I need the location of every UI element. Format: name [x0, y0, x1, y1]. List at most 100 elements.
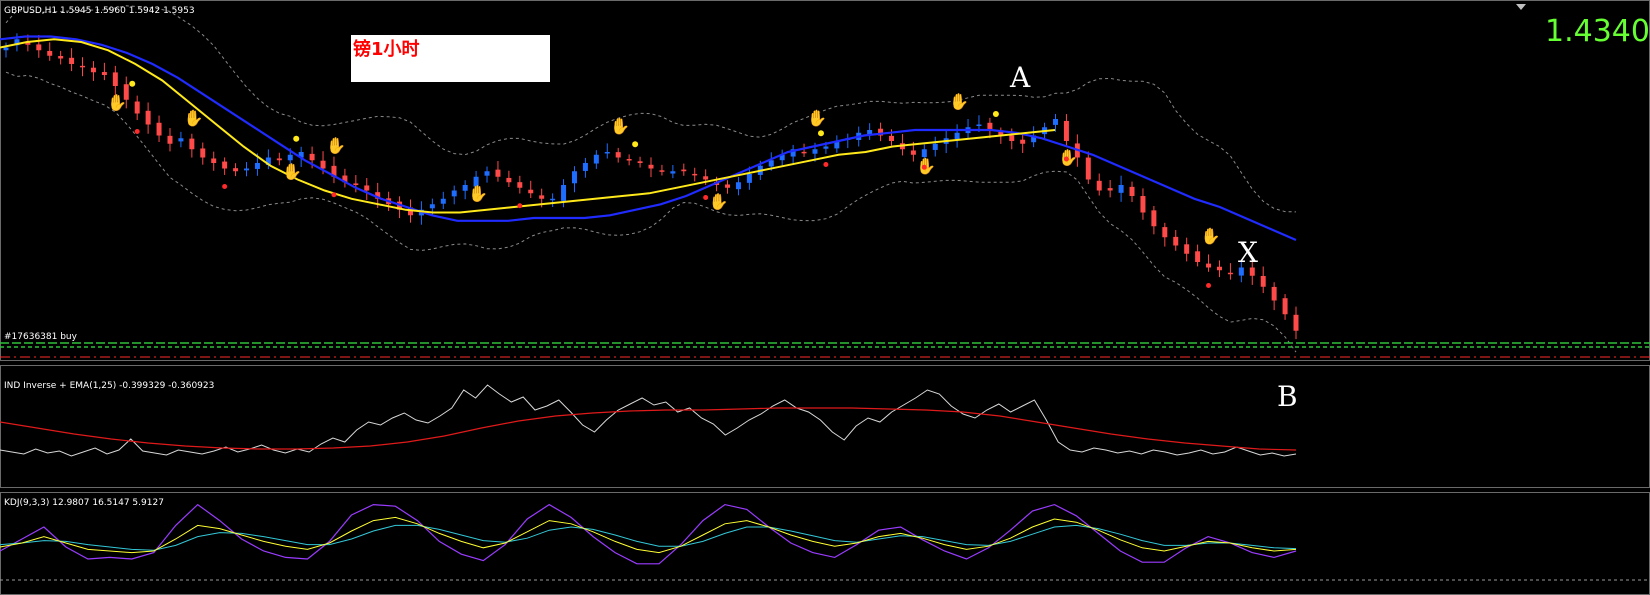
candle-body — [593, 154, 599, 164]
candle-body — [254, 163, 260, 169]
hand-signal-icon: ✋ — [468, 184, 488, 203]
candle-body — [604, 152, 610, 154]
candle-body — [156, 122, 162, 136]
candle-body — [462, 185, 468, 191]
ind-panel-frame — [0, 365, 1650, 488]
candle-body — [320, 160, 326, 169]
candle-body — [3, 47, 9, 51]
candle-body — [1260, 275, 1266, 287]
candle-body — [1206, 263, 1212, 268]
hand-signal-icon: ✋ — [807, 108, 827, 127]
signal-dot — [1063, 156, 1069, 162]
candle-body — [746, 174, 752, 183]
candle-body — [178, 138, 184, 142]
candle-body — [1107, 188, 1113, 191]
candle-body — [189, 138, 195, 150]
candle-body — [440, 198, 446, 204]
candle-body — [550, 198, 556, 201]
candle-body — [517, 182, 523, 188]
candle-body — [1195, 251, 1201, 262]
candle-body — [506, 177, 512, 183]
candle-body — [36, 44, 42, 51]
candle-body — [681, 169, 687, 172]
hand-signal-icon: ✋ — [949, 92, 969, 111]
signal-dot — [992, 111, 999, 117]
candle-body — [703, 176, 709, 180]
candle-body — [812, 149, 818, 154]
candle-body — [954, 132, 960, 140]
candle-body — [484, 171, 490, 176]
wave-label-x: X — [1238, 236, 1258, 269]
candle-body — [801, 151, 807, 154]
hand-signal-icon: ✋ — [326, 136, 346, 155]
signal-dot — [632, 141, 639, 148]
hand-signal-icon: ✋ — [184, 108, 204, 127]
candle-body — [1216, 266, 1222, 271]
candle-body — [134, 101, 140, 114]
candle-body — [1151, 210, 1157, 227]
candle-body — [1118, 185, 1124, 193]
candle-body — [659, 170, 665, 172]
candle-body — [1096, 180, 1102, 191]
candle-body — [1009, 135, 1015, 141]
kdj-panel-header: KDJ(9,3,3) 12.9807 16.5147 5.9127 — [4, 498, 164, 508]
order-label: #17636381 buy — [4, 332, 78, 342]
candle-body — [670, 171, 676, 174]
hand-signal-icon: ✋ — [1201, 227, 1221, 246]
candle-body — [80, 65, 86, 68]
signal-dot — [517, 203, 523, 209]
candle-body — [1140, 196, 1146, 213]
candle-body — [69, 57, 75, 64]
chart-canvas[interactable]: ✋✋✋✋✋✋✋✋✋✋✋✋ GBPUSD,H1 1.5945 1.5960 1.5… — [0, 0, 1650, 595]
hand-signal-icon: ✋ — [107, 93, 127, 112]
signal-dot — [703, 195, 709, 200]
candle-body — [495, 169, 501, 177]
candle-body — [145, 110, 151, 125]
annotation-box-text: 镑1小时 — [353, 38, 420, 60]
candle-body — [637, 161, 643, 163]
candle-body — [1085, 157, 1091, 180]
candle-body — [101, 72, 107, 75]
candle-body — [451, 190, 457, 197]
candle-body — [200, 148, 206, 158]
candle-body — [1173, 236, 1179, 246]
hand-signal-icon: ✋ — [709, 192, 729, 211]
candle-body — [823, 146, 829, 149]
candle-body — [1271, 286, 1277, 301]
candle-body — [571, 171, 577, 184]
candle-body — [626, 159, 632, 161]
candle-body — [1162, 227, 1168, 238]
candle-body — [725, 184, 731, 188]
candle-body — [528, 189, 534, 194]
wave-label-a: A — [1009, 61, 1031, 94]
candle-body — [1293, 314, 1299, 331]
signal-dot — [817, 130, 824, 137]
candle-body — [1227, 272, 1233, 275]
candle-body — [976, 124, 982, 126]
candle-body — [889, 135, 895, 141]
candle-body — [90, 67, 96, 73]
candle-body — [222, 161, 228, 169]
candle-body — [561, 185, 567, 201]
main-panel-frame — [0, 0, 1650, 361]
candle-body — [932, 143, 938, 150]
signal-dot — [134, 129, 140, 134]
signal-dot — [222, 184, 228, 189]
candle-body — [353, 183, 359, 185]
hand-signal-icon: ✋ — [282, 162, 302, 181]
candle-body — [1063, 120, 1069, 141]
candle-body — [539, 195, 545, 199]
candle-body — [244, 168, 250, 171]
signal-dot — [293, 135, 300, 142]
candle-body — [1020, 139, 1026, 144]
candle-body — [276, 158, 282, 161]
candle-body — [648, 164, 654, 169]
candle-body — [167, 135, 173, 144]
wave-label-b: B — [1277, 380, 1298, 413]
candle-body — [735, 182, 741, 190]
candle-body — [692, 173, 698, 176]
candle-body — [233, 168, 239, 172]
kdj-panel-frame — [0, 492, 1650, 595]
candle-body — [287, 154, 293, 161]
candle-body — [582, 163, 588, 171]
